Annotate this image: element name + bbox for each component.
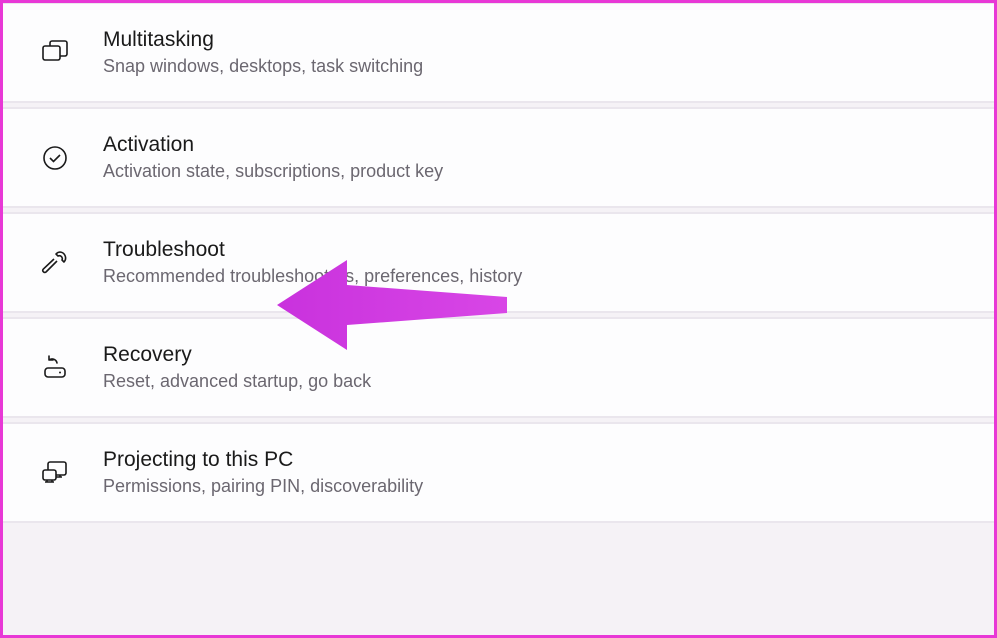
item-text-group: Projecting to this PC Permissions, pairi… (103, 448, 423, 497)
settings-item-projecting[interactable]: Projecting to this PC Permissions, pairi… (3, 422, 994, 523)
settings-item-recovery[interactable]: Recovery Reset, advanced startup, go bac… (3, 317, 994, 418)
multitasking-icon (33, 31, 77, 75)
recovery-icon (33, 346, 77, 390)
troubleshoot-icon (33, 241, 77, 285)
projecting-icon (33, 451, 77, 495)
settings-item-multitasking[interactable]: Multitasking Snap windows, desktops, tas… (3, 3, 994, 103)
item-title: Multitasking (103, 28, 423, 52)
item-text-group: Activation Activation state, subscriptio… (103, 133, 443, 182)
item-description: Activation state, subscriptions, product… (103, 161, 443, 182)
item-description: Snap windows, desktops, task switching (103, 56, 423, 77)
item-description: Permissions, pairing PIN, discoverabilit… (103, 476, 423, 497)
item-text-group: Recovery Reset, advanced startup, go bac… (103, 343, 371, 392)
item-text-group: Troubleshoot Recommended troubleshooters… (103, 238, 522, 287)
settings-item-troubleshoot[interactable]: Troubleshoot Recommended troubleshooters… (3, 212, 994, 313)
item-description: Reset, advanced startup, go back (103, 371, 371, 392)
settings-item-activation[interactable]: Activation Activation state, subscriptio… (3, 107, 994, 208)
item-title: Projecting to this PC (103, 448, 423, 472)
item-title: Activation (103, 133, 443, 157)
item-description: Recommended troubleshooters, preferences… (103, 266, 522, 287)
item-text-group: Multitasking Snap windows, desktops, tas… (103, 28, 423, 77)
activation-icon (33, 136, 77, 180)
item-title: Troubleshoot (103, 238, 522, 262)
item-title: Recovery (103, 343, 371, 367)
settings-list: Multitasking Snap windows, desktops, tas… (3, 3, 994, 527)
